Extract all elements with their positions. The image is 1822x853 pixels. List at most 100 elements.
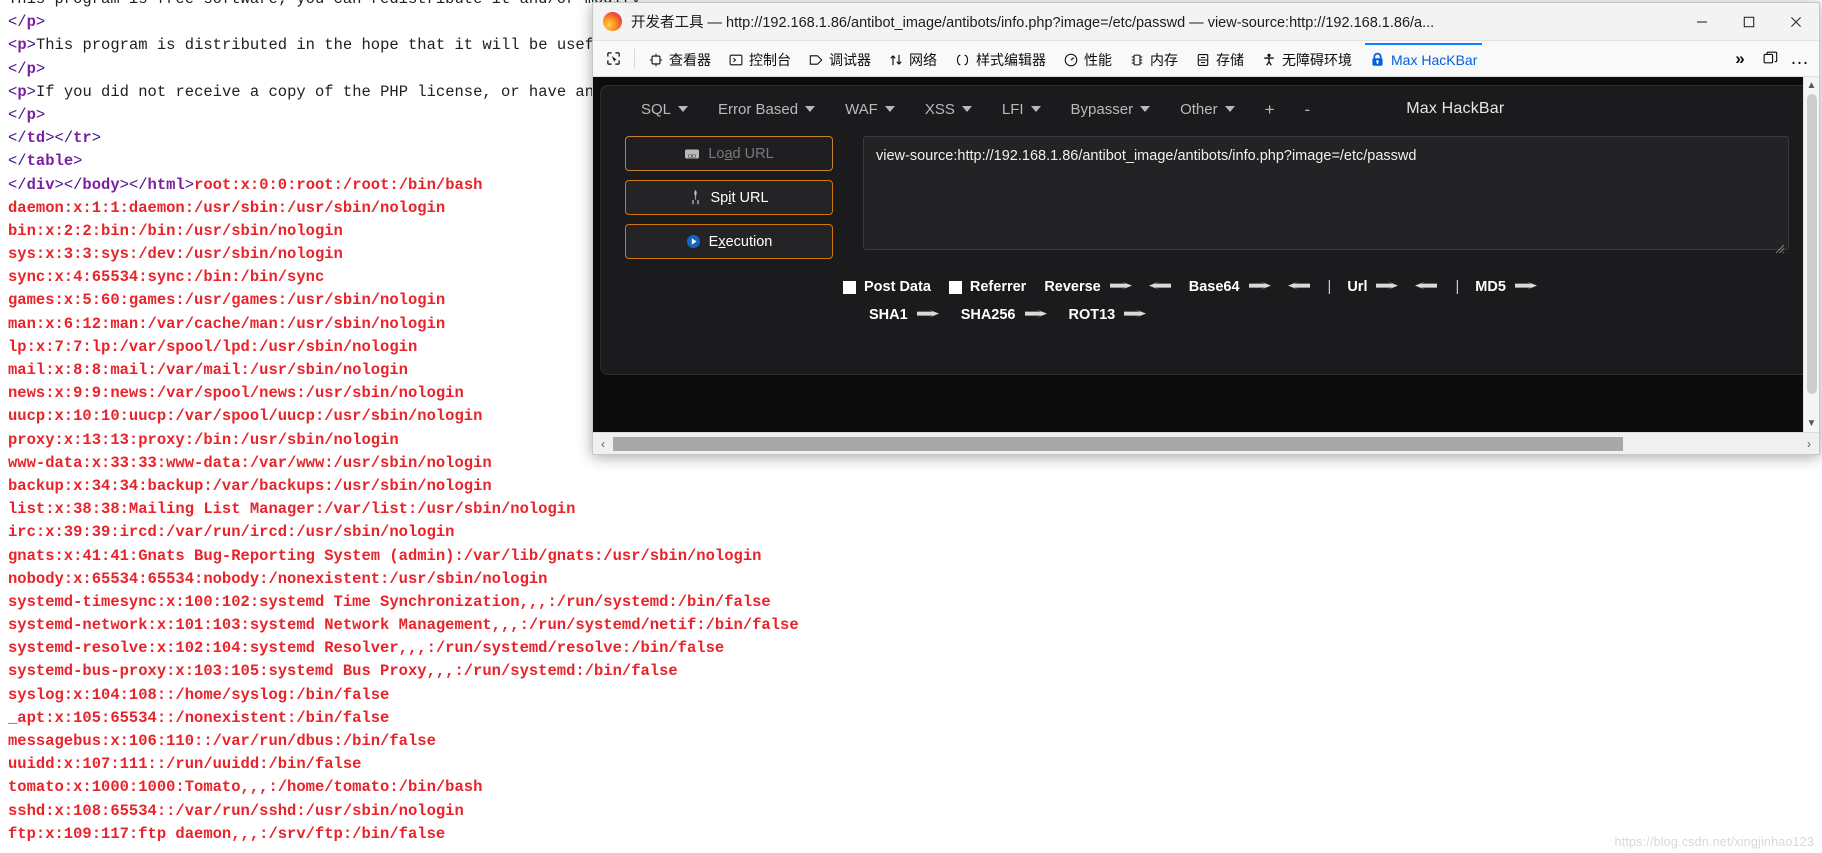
encoder-separator: | xyxy=(1327,279,1332,295)
scroll-right-arrow-icon[interactable]: › xyxy=(1799,437,1819,451)
encoding-row-1: Post Data Referrer Reverse Base64 | Url | MD5 xyxy=(843,273,1787,301)
encoder-group-sha256: SHA256 xyxy=(961,307,1051,323)
encode-arrow-icon[interactable] xyxy=(1124,308,1150,322)
encode-arrow-icon[interactable] xyxy=(1024,308,1051,322)
hackbar-brand: Max HackBar xyxy=(1406,100,1505,117)
tab-label: 无障碍环境 xyxy=(1282,51,1352,68)
tab-网络[interactable]: 网络 xyxy=(880,41,946,76)
tab-label: 调试器 xyxy=(829,51,871,68)
devtools-window: 开发者工具 — http://192.168.1.86/antibot_imag… xyxy=(592,2,1820,455)
source-line: www-data:x:33:33:www-data:/var/www:/usr/… xyxy=(8,453,492,472)
tab-label: 网络 xyxy=(909,51,937,68)
disk-icon xyxy=(685,149,700,158)
spit-url-label: Spit URL xyxy=(710,189,769,206)
source-line: backup:x:34:34:backup:/var/backups:/usr/… xyxy=(8,476,492,495)
source-line: messagebus:x:106:110::/var/run/dbus:/bin… xyxy=(8,732,436,750)
hackbar-panel-container: SQL Error Based WAF XSS LFI Bypasser Other + -… xyxy=(593,77,1819,432)
remove-tab-button[interactable]: - xyxy=(1293,97,1323,122)
close-button[interactable] xyxy=(1772,3,1819,41)
tab-查看器[interactable]: 查看器 xyxy=(640,41,720,76)
console-icon xyxy=(729,53,743,67)
chevron-down-icon xyxy=(1224,106,1235,112)
decode-arrow-icon[interactable] xyxy=(1145,280,1171,294)
decode-arrow-icon[interactable] xyxy=(1284,280,1310,294)
hackbar-encoding-rows: Post Data Referrer Reverse Base64 | Url | MD5… xyxy=(601,259,1811,329)
toolbar-right-actions: » … xyxy=(1725,41,1815,76)
source-line: tomato:x:1000:1000:Tomato,,,:/home/tomat… xyxy=(8,778,483,797)
more-options-icon[interactable]: … xyxy=(1785,41,1815,76)
window-horizontal-scrollbar[interactable]: ‹ › xyxy=(593,432,1819,454)
scroll-up-arrow-icon[interactable]: ▲ xyxy=(1807,77,1817,94)
window-titlebar[interactable]: 开发者工具 — http://192.168.1.86/antibot_imag… xyxy=(593,3,1819,41)
encoder-separator: | xyxy=(1455,279,1460,295)
tab-控制台[interactable]: 控制台 xyxy=(720,41,800,76)
dock-position-icon[interactable] xyxy=(1755,41,1785,76)
tab-性能[interactable]: 性能 xyxy=(1055,41,1121,76)
menu-label: XSS xyxy=(924,100,955,118)
hackbar-menu-sql[interactable]: SQL xyxy=(629,97,700,122)
chevron-down-icon xyxy=(805,106,816,112)
tab-内存[interactable]: 内存 xyxy=(1121,41,1187,76)
scroll-down-arrow-icon[interactable]: ▼ xyxy=(1807,415,1817,432)
tab-label: 查看器 xyxy=(669,51,711,68)
encoder-group-rot13: ROT13 xyxy=(1069,307,1151,323)
spit-url-button[interactable]: Spit URL xyxy=(625,180,833,215)
url-input[interactable]: view-source:http://192.168.1.86/antibot_… xyxy=(863,136,1789,250)
encoder-group-sha1: SHA1 xyxy=(869,307,943,323)
encode-arrow-icon[interactable] xyxy=(916,308,943,322)
panel-vertical-scrollbar[interactable]: ▲ ▼ xyxy=(1803,77,1819,432)
overflow-chevron-icon[interactable]: » xyxy=(1725,41,1755,76)
referrer-label: Referrer xyxy=(969,279,1027,295)
menu-label: SQL xyxy=(641,100,672,118)
add-tab-button[interactable]: + xyxy=(1253,97,1287,122)
watermark: https://blog.csdn.net/xingjinhao123 xyxy=(1614,835,1814,849)
hackbar-menu-bypasser[interactable]: Bypasser xyxy=(1059,97,1163,122)
chevron-down-icon xyxy=(961,106,972,112)
fork-icon xyxy=(692,190,700,205)
post-data-checkbox[interactable] xyxy=(843,280,856,294)
encode-arrow-icon[interactable] xyxy=(1248,280,1275,294)
element-picker-icon[interactable] xyxy=(597,41,629,76)
hackbar-menu-other[interactable]: Other xyxy=(1168,97,1247,122)
hackbar-menu-xss[interactable]: XSS xyxy=(913,97,984,122)
minimize-button[interactable] xyxy=(1678,3,1725,41)
tab-调试器[interactable]: 调试器 xyxy=(800,41,880,76)
chevron-down-icon xyxy=(884,106,895,112)
vertical-scroll-track[interactable] xyxy=(1804,94,1820,415)
resize-grip-icon[interactable] xyxy=(1775,244,1785,254)
source-line: syslog:x:104:108::/home/syslog:/bin/fals… xyxy=(8,685,390,704)
encode-arrow-icon[interactable] xyxy=(1376,280,1402,294)
tab-label: 存储 xyxy=(1216,51,1244,68)
hackbar-menu-waf[interactable]: WAF xyxy=(833,97,907,122)
horizontal-scroll-track[interactable] xyxy=(613,436,1799,451)
encoder-label: SHA1 xyxy=(869,307,908,323)
encoder-group-base64: Base64 xyxy=(1189,279,1310,295)
hackbar-menubar: SQL Error Based WAF XSS LFI Bypasser Other + -… xyxy=(601,86,1811,132)
maximize-button[interactable] xyxy=(1725,3,1772,41)
tab-max-hackbar[interactable]: Max HacKBar xyxy=(1361,41,1486,76)
hackbar-action-buttons: Load URL Spit URL Execution xyxy=(625,136,833,259)
scroll-left-arrow-icon[interactable]: ‹ xyxy=(593,437,613,451)
encoder-label: ROT13 xyxy=(1068,307,1116,323)
menu-label: LFI xyxy=(1001,100,1024,118)
window-controls xyxy=(1678,3,1819,41)
referrer-checkbox[interactable] xyxy=(948,280,962,294)
hackbar-menu-error-based[interactable]: Error Based xyxy=(706,97,827,122)
encoder-group-reverse: Reverse xyxy=(1044,279,1171,295)
menu-label: Other xyxy=(1180,100,1218,118)
execution-button[interactable]: Execution xyxy=(625,224,833,259)
inspector-icon xyxy=(649,53,663,67)
tab-样式编辑器[interactable]: 样式编辑器 xyxy=(946,41,1055,76)
hackbar-menu-lfi[interactable]: LFI xyxy=(990,97,1053,122)
encode-arrow-icon[interactable] xyxy=(1109,280,1136,294)
horizontal-scroll-thumb[interactable] xyxy=(613,436,1623,451)
tab-无障碍环境[interactable]: 无障碍环境 xyxy=(1253,41,1361,76)
decode-arrow-icon[interactable] xyxy=(1411,280,1438,294)
menu-label: WAF xyxy=(845,100,878,118)
encode-arrow-icon[interactable] xyxy=(1514,280,1541,294)
load-url-button[interactable]: Load URL xyxy=(625,136,833,171)
tab-label: 样式编辑器 xyxy=(976,51,1046,68)
tab-存储[interactable]: 存储 xyxy=(1187,41,1253,76)
vertical-scroll-thumb[interactable] xyxy=(1806,94,1817,394)
